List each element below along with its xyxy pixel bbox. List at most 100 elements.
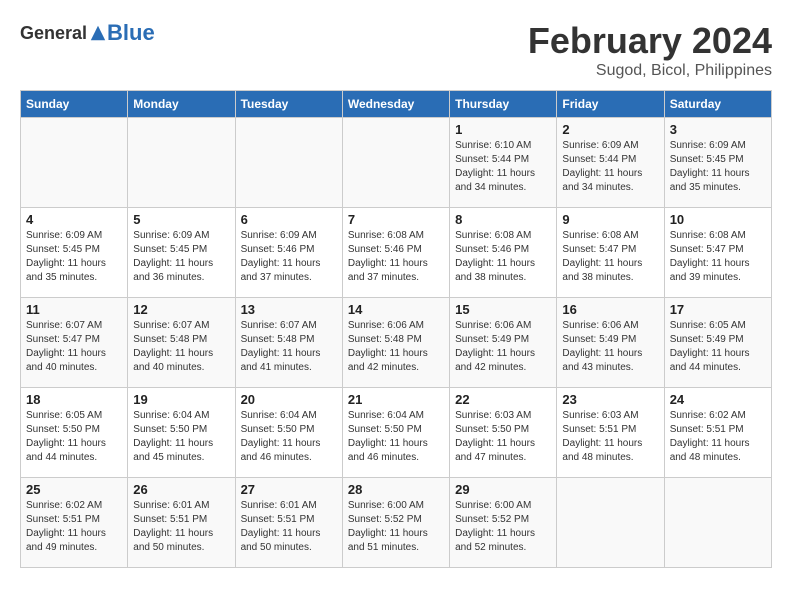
calendar-cell: 17Sunrise: 6:05 AM Sunset: 5:49 PM Dayli… bbox=[664, 298, 771, 388]
day-info: Sunrise: 6:08 AM Sunset: 5:47 PM Dayligh… bbox=[670, 229, 766, 285]
calendar-cell: 27Sunrise: 6:01 AM Sunset: 5:51 PM Dayli… bbox=[235, 478, 342, 568]
calendar-week-0: 1Sunrise: 6:10 AM Sunset: 5:44 PM Daylig… bbox=[21, 118, 772, 208]
calendar-cell: 23 Sunrise: 6:03 AM Sunset: 5:51 PM Dayli… bbox=[557, 388, 664, 478]
day-number: 10 bbox=[670, 212, 766, 227]
day-number: 14 bbox=[348, 302, 444, 317]
calendar-cell: 3 Sunrise: 6:09 AM Sunset: 5:45 PM Daylig… bbox=[664, 118, 771, 208]
day-number: 17 bbox=[670, 302, 766, 317]
logo: General Blue bbox=[20, 20, 155, 46]
calendar-week-4: 25 Sunrise: 6:02 AM Sunset: 5:51 PM Dayli… bbox=[21, 478, 772, 568]
calendar-cell bbox=[664, 478, 771, 568]
day-number: 3 bbox=[670, 122, 766, 137]
calendar-cell: 1Sunrise: 6:10 AM Sunset: 5:44 PM Daylig… bbox=[450, 118, 557, 208]
day-info: Sunrise: 6:06 AM Sunset: 5:48 PM Dayligh… bbox=[348, 319, 444, 375]
day-number: 20 bbox=[241, 392, 337, 407]
calendar-cell: 25 Sunrise: 6:02 AM Sunset: 5:51 PM Dayli… bbox=[21, 478, 128, 568]
day-info: Sunrise: 6:04 AM Sunset: 5:50 PM Dayligh… bbox=[241, 409, 337, 465]
location-subtitle: Sugod, Bicol, Philippines bbox=[528, 62, 772, 80]
day-info: Sunrise: 6:03 AM Sunset: 5:51 PM Dayligh… bbox=[562, 409, 658, 465]
day-info: Sunrise: 6:04 AM Sunset: 5:50 PM Dayligh… bbox=[133, 409, 229, 465]
day-info: Sunrise: 6:02 AM Sunset: 5:51 PM Dayligh… bbox=[670, 409, 766, 465]
logo-blue-text: Blue bbox=[107, 20, 155, 46]
day-number: 5 bbox=[133, 212, 229, 227]
day-number: 4 bbox=[26, 212, 122, 227]
calendar-cell: 6 Sunrise: 6:09 AM Sunset: 5:46 PM Daylig… bbox=[235, 208, 342, 298]
calendar-cell bbox=[21, 118, 128, 208]
day-info: Sunrise: 6:01 AM Sunset: 5:51 PM Dayligh… bbox=[241, 499, 337, 555]
day-number: 28 bbox=[348, 482, 444, 497]
calendar-cell: 20 Sunrise: 6:04 AM Sunset: 5:50 PM Dayli… bbox=[235, 388, 342, 478]
day-number: 19 bbox=[133, 392, 229, 407]
day-number: 25 bbox=[26, 482, 122, 497]
calendar-cell: 7Sunrise: 6:08 AM Sunset: 5:46 PM Daylig… bbox=[342, 208, 449, 298]
day-number: 1 bbox=[455, 122, 551, 137]
day-info: Sunrise: 6:09 AM Sunset: 5:45 PM Dayligh… bbox=[26, 229, 122, 285]
day-number: 23 bbox=[562, 392, 658, 407]
weekday-header-row: SundayMondayTuesdayWednesdayThursdayFrid… bbox=[21, 91, 772, 118]
day-number: 18 bbox=[26, 392, 122, 407]
day-number: 26 bbox=[133, 482, 229, 497]
calendar-cell: 18 Sunrise: 6:05 AM Sunset: 5:50 PM Dayli… bbox=[21, 388, 128, 478]
title-section: February 2024 Sugod, Bicol, Philippines bbox=[528, 20, 772, 80]
calendar-cell: 5 Sunrise: 6:09 AM Sunset: 5:45 PM Daylig… bbox=[128, 208, 235, 298]
day-info: Sunrise: 6:09 AM Sunset: 5:44 PM Dayligh… bbox=[562, 139, 658, 195]
calendar-cell: 26 Sunrise: 6:01 AM Sunset: 5:51 PM Dayli… bbox=[128, 478, 235, 568]
day-number: 29 bbox=[455, 482, 551, 497]
calendar-cell: 22 Sunrise: 6:03 AM Sunset: 5:50 PM Dayli… bbox=[450, 388, 557, 478]
calendar-cell: 28 Sunrise: 6:00 AM Sunset: 5:52 PM Dayli… bbox=[342, 478, 449, 568]
calendar-cell: 24 Sunrise: 6:02 AM Sunset: 5:51 PM Dayli… bbox=[664, 388, 771, 478]
day-info: Sunrise: 6:07 AM Sunset: 5:47 PM Dayligh… bbox=[26, 319, 122, 375]
logo-icon bbox=[89, 24, 107, 42]
calendar-cell: 10 Sunrise: 6:08 AM Sunset: 5:47 PM Dayli… bbox=[664, 208, 771, 298]
weekday-header-tuesday: Tuesday bbox=[235, 91, 342, 118]
calendar-cell bbox=[342, 118, 449, 208]
day-info: Sunrise: 6:07 AM Sunset: 5:48 PM Dayligh… bbox=[241, 319, 337, 375]
day-info: Sunrise: 6:02 AM Sunset: 5:51 PM Dayligh… bbox=[26, 499, 122, 555]
calendar-cell: 4 Sunrise: 6:09 AM Sunset: 5:45 PM Daylig… bbox=[21, 208, 128, 298]
weekday-header-wednesday: Wednesday bbox=[342, 91, 449, 118]
calendar-week-3: 18 Sunrise: 6:05 AM Sunset: 5:50 PM Dayli… bbox=[21, 388, 772, 478]
day-number: 24 bbox=[670, 392, 766, 407]
calendar-cell: 2Sunrise: 6:09 AM Sunset: 5:44 PM Daylig… bbox=[557, 118, 664, 208]
day-number: 6 bbox=[241, 212, 337, 227]
calendar-week-2: 11Sunrise: 6:07 AM Sunset: 5:47 PM Dayli… bbox=[21, 298, 772, 388]
calendar-cell: 8 Sunrise: 6:08 AM Sunset: 5:46 PM Daylig… bbox=[450, 208, 557, 298]
day-info: Sunrise: 6:09 AM Sunset: 5:45 PM Dayligh… bbox=[670, 139, 766, 195]
day-info: Sunrise: 6:07 AM Sunset: 5:48 PM Dayligh… bbox=[133, 319, 229, 375]
day-number: 13 bbox=[241, 302, 337, 317]
calendar-cell: 15Sunrise: 6:06 AM Sunset: 5:49 PM Dayli… bbox=[450, 298, 557, 388]
weekday-header-sunday: Sunday bbox=[21, 91, 128, 118]
calendar-cell: 29 Sunrise: 6:00 AM Sunset: 5:52 PM Dayli… bbox=[450, 478, 557, 568]
calendar-cell: 12 Sunrise: 6:07 AM Sunset: 5:48 PM Dayli… bbox=[128, 298, 235, 388]
calendar-table: SundayMondayTuesdayWednesdayThursdayFrid… bbox=[20, 90, 772, 568]
day-info: Sunrise: 6:00 AM Sunset: 5:52 PM Dayligh… bbox=[348, 499, 444, 555]
day-info: Sunrise: 6:04 AM Sunset: 5:50 PM Dayligh… bbox=[348, 409, 444, 465]
calendar-cell bbox=[128, 118, 235, 208]
day-info: Sunrise: 6:00 AM Sunset: 5:52 PM Dayligh… bbox=[455, 499, 551, 555]
calendar-cell: 21 Sunrise: 6:04 AM Sunset: 5:50 PM Dayli… bbox=[342, 388, 449, 478]
month-year-title: February 2024 bbox=[528, 20, 772, 62]
day-number: 15 bbox=[455, 302, 551, 317]
day-info: Sunrise: 6:01 AM Sunset: 5:51 PM Dayligh… bbox=[133, 499, 229, 555]
calendar-cell bbox=[557, 478, 664, 568]
day-number: 9 bbox=[562, 212, 658, 227]
day-info: Sunrise: 6:09 AM Sunset: 5:46 PM Dayligh… bbox=[241, 229, 337, 285]
day-number: 21 bbox=[348, 392, 444, 407]
day-info: Sunrise: 6:05 AM Sunset: 5:50 PM Dayligh… bbox=[26, 409, 122, 465]
calendar-cell: 9Sunrise: 6:08 AM Sunset: 5:47 PM Daylig… bbox=[557, 208, 664, 298]
page-header: General Blue February 2024 Sugod, Bicol,… bbox=[20, 20, 772, 80]
logo-general-text: General bbox=[20, 23, 87, 44]
calendar-week-1: 4 Sunrise: 6:09 AM Sunset: 5:45 PM Daylig… bbox=[21, 208, 772, 298]
day-info: Sunrise: 6:03 AM Sunset: 5:50 PM Dayligh… bbox=[455, 409, 551, 465]
day-number: 12 bbox=[133, 302, 229, 317]
day-info: Sunrise: 6:08 AM Sunset: 5:46 PM Dayligh… bbox=[455, 229, 551, 285]
day-number: 22 bbox=[455, 392, 551, 407]
calendar-cell: 13 Sunrise: 6:07 AM Sunset: 5:48 PM Dayli… bbox=[235, 298, 342, 388]
calendar-cell: 11Sunrise: 6:07 AM Sunset: 5:47 PM Dayli… bbox=[21, 298, 128, 388]
day-info: Sunrise: 6:06 AM Sunset: 5:49 PM Dayligh… bbox=[562, 319, 658, 375]
day-number: 8 bbox=[455, 212, 551, 227]
day-number: 16 bbox=[562, 302, 658, 317]
calendar-cell: 16 Sunrise: 6:06 AM Sunset: 5:49 PM Dayli… bbox=[557, 298, 664, 388]
day-info: Sunrise: 6:09 AM Sunset: 5:45 PM Dayligh… bbox=[133, 229, 229, 285]
weekday-header-thursday: Thursday bbox=[450, 91, 557, 118]
